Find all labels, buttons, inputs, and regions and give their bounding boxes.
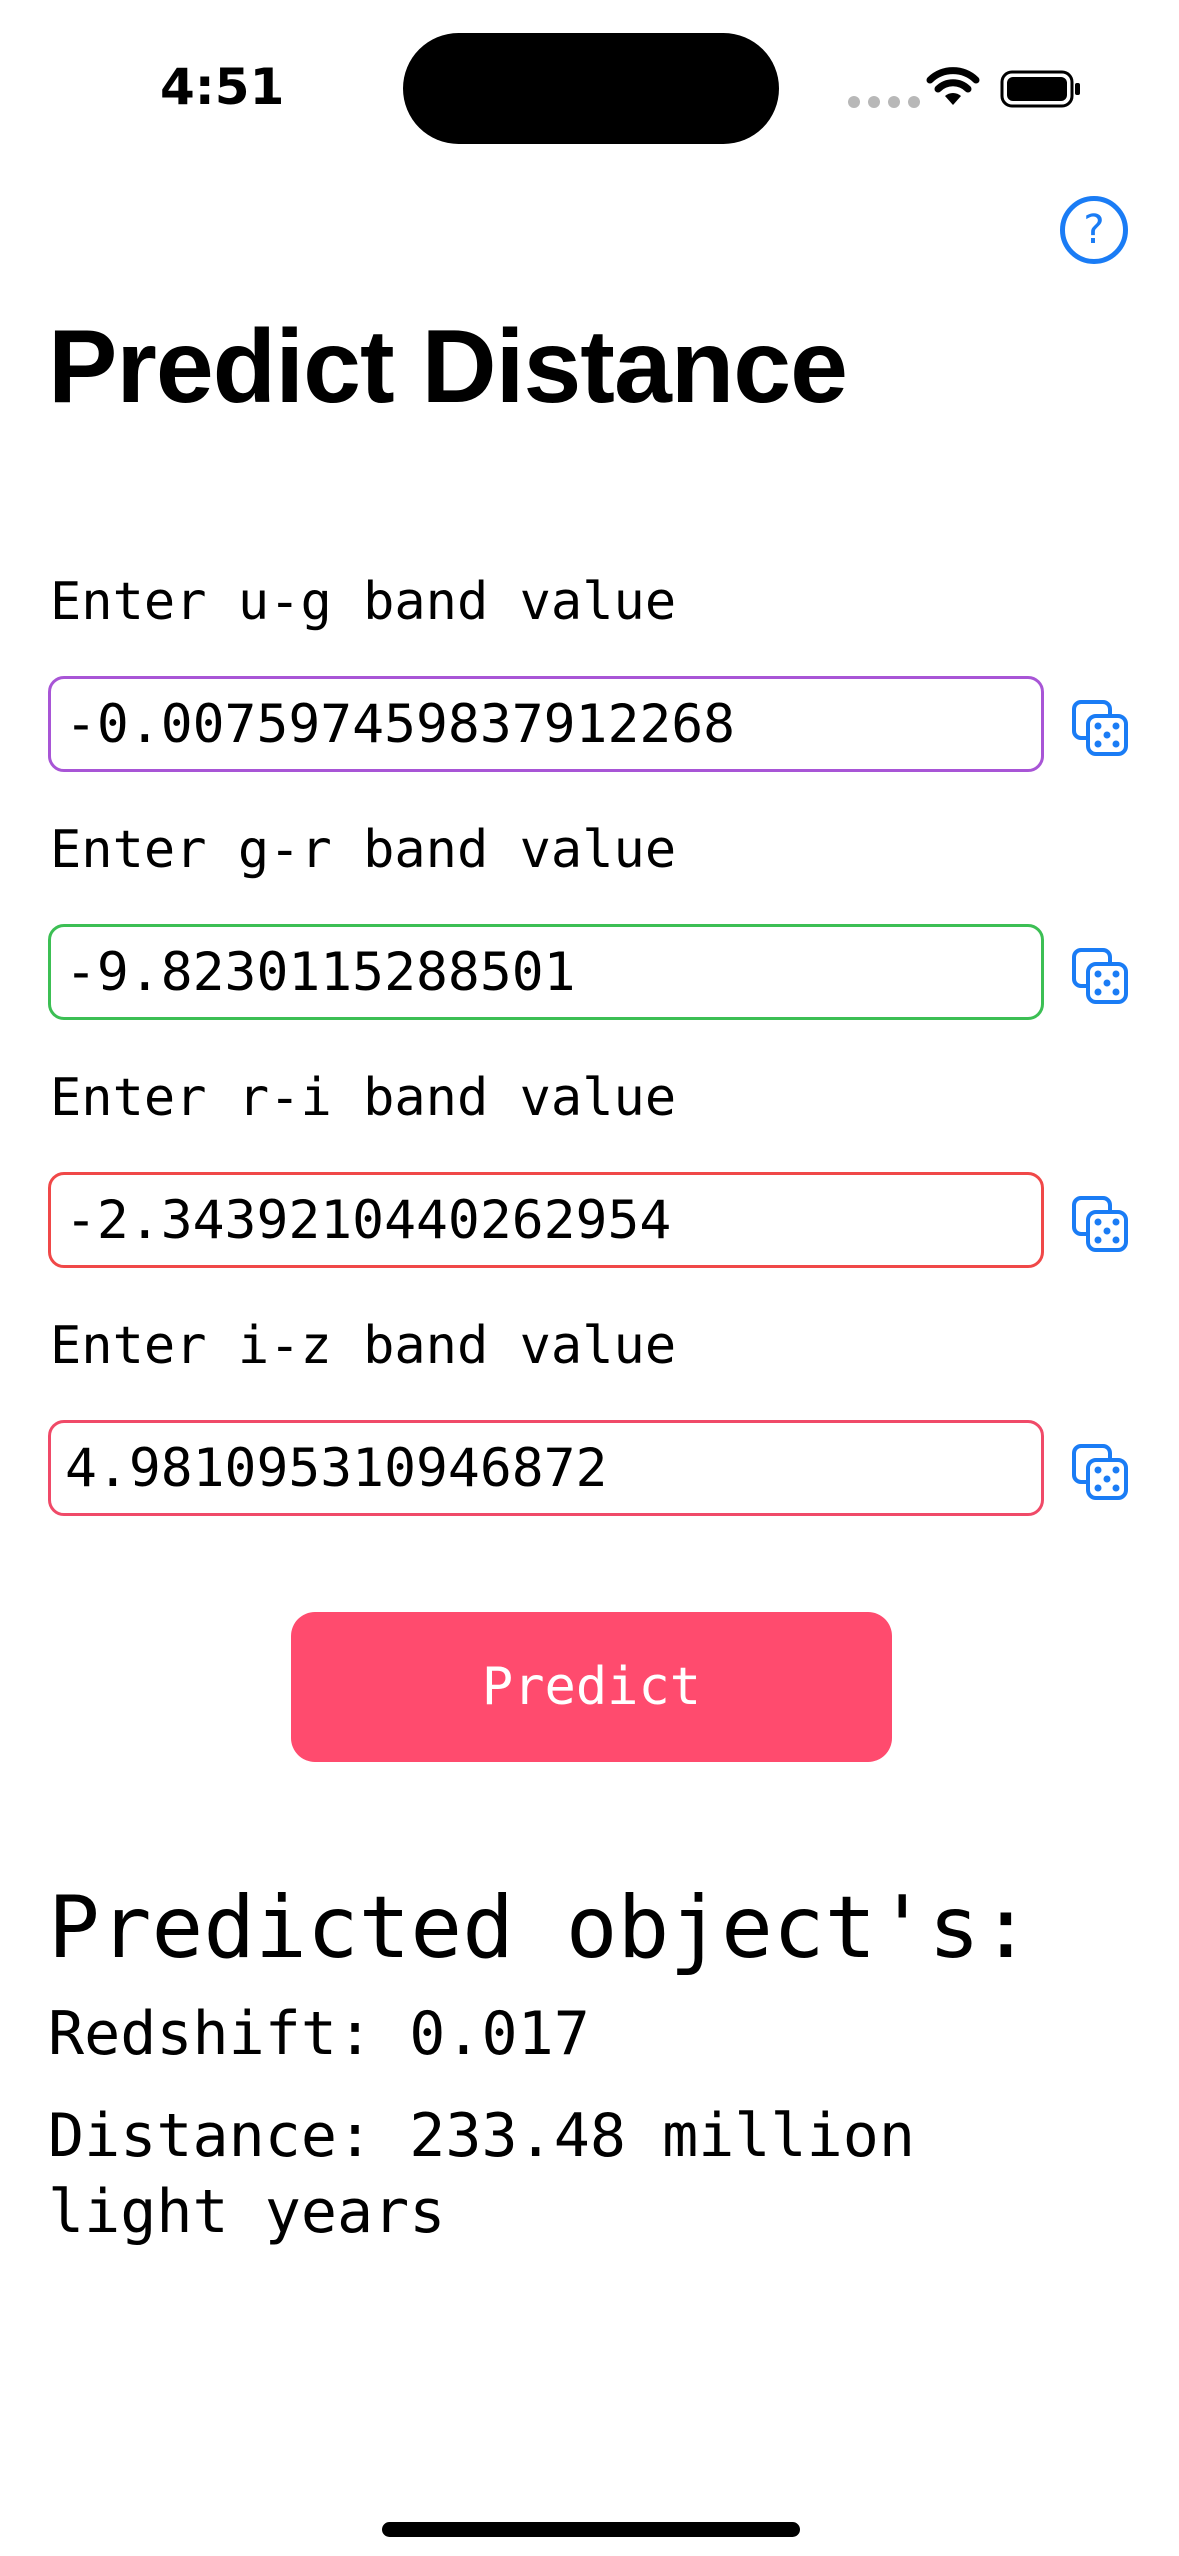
randomize-ri-dice-icon[interactable] bbox=[1070, 1194, 1130, 1254]
page-title: Predict Distance bbox=[48, 309, 848, 425]
status-time: 4:51 bbox=[160, 58, 285, 116]
ri-band-label: Enter r-i band value bbox=[50, 1068, 677, 1128]
cellular-signal-icon bbox=[848, 96, 920, 108]
ug-band-input[interactable]: -0.007597459837912268 bbox=[48, 676, 1044, 772]
gr-band-input[interactable]: -9.8230115288501 bbox=[48, 924, 1044, 1020]
dynamic-island bbox=[403, 33, 779, 144]
ug-band-label: Enter u-g band value bbox=[50, 572, 677, 632]
gr-band-label: Enter g-r band value bbox=[50, 820, 677, 880]
home-indicator[interactable] bbox=[382, 2522, 800, 2537]
distance-result: Distance: 233.48 million light years bbox=[48, 2101, 915, 2247]
battery-icon bbox=[1000, 70, 1080, 108]
help-button[interactable]: ? bbox=[1060, 196, 1128, 264]
iz-band-label: Enter i-z band value bbox=[50, 1316, 677, 1376]
results-heading: Predicted object's: bbox=[48, 1878, 1032, 1978]
randomize-ug-dice-icon[interactable] bbox=[1070, 698, 1130, 758]
ri-band-input[interactable]: -2.3439210440262954 bbox=[48, 1172, 1044, 1268]
randomize-gr-dice-icon[interactable] bbox=[1070, 946, 1130, 1006]
iz-band-input[interactable]: 4.981095310946872 bbox=[48, 1420, 1044, 1516]
predict-button[interactable]: Predict bbox=[291, 1612, 892, 1762]
question-circle-icon: ? bbox=[1083, 207, 1105, 253]
redshift-result: Redshift: 0.017 bbox=[48, 1999, 590, 2069]
wifi-icon bbox=[926, 67, 980, 105]
randomize-iz-dice-icon[interactable] bbox=[1070, 1442, 1130, 1502]
